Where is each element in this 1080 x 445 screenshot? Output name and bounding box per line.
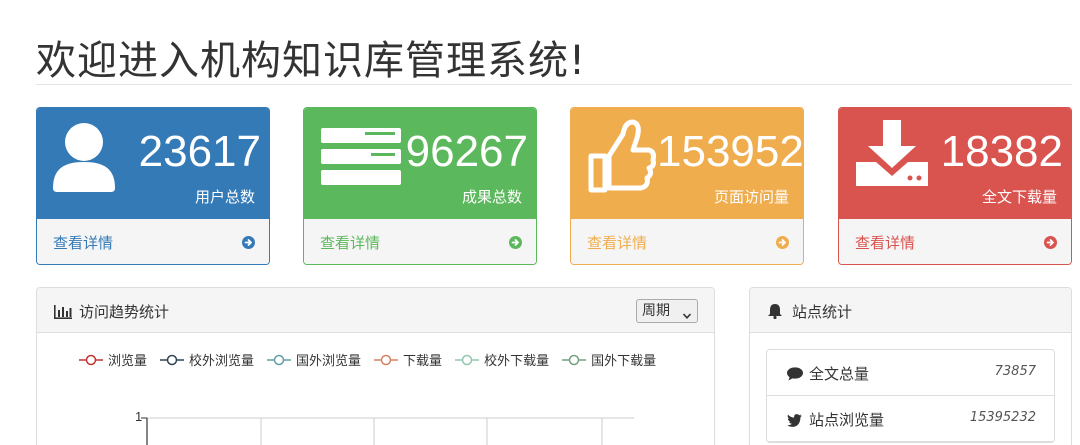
site-row-label: 全文总量 <box>809 365 870 383</box>
list-item: 全文总量 73857 <box>767 350 1054 396</box>
bell-icon <box>768 303 782 323</box>
stat-card-pageviews: 15395232 页面访问量 查看详情 <box>570 107 804 265</box>
chart-legend: 浏览量 校外浏览量 国外浏览量 下载量 校外下载量 国外下载量 <box>79 350 669 369</box>
legend-marker-icon <box>267 354 292 365</box>
trend-panel: 访问趋势统计 周期 浏览量 校外浏览量 国外浏览量 下载量 校外下载量 国外下载… <box>36 287 715 445</box>
stat-card-downloads: 18382 全文下载量 查看详情 <box>838 107 1072 265</box>
legend-label: 浏览量 <box>108 354 148 369</box>
thumbs-up-icon <box>587 118 657 198</box>
stat-footer-pageviews[interactable]: 查看详情 <box>571 219 803 264</box>
legend-marker-icon <box>562 354 587 365</box>
legend-item-downloads[interactable]: 下载量 <box>374 350 442 369</box>
stat-card-results: 96267 成果总数 查看详情 <box>303 107 537 265</box>
download-icon <box>854 118 930 192</box>
title-divider <box>36 84 1072 85</box>
user-icon <box>51 122 117 198</box>
legend-item-foreign-views[interactable]: 国外浏览量 <box>267 350 361 369</box>
stat-caption-results: 成果总数 <box>461 188 522 206</box>
legend-item-views[interactable]: 浏览量 <box>79 350 147 369</box>
twitter-icon <box>787 412 802 431</box>
view-details-link[interactable]: 查看详情 <box>320 232 380 253</box>
stat-card-downloads-header: 18382 全文下载量 <box>839 108 1071 219</box>
stat-caption-pageviews: 页面访问量 <box>713 188 789 206</box>
arrow-circle-right-icon <box>1044 236 1057 249</box>
arrow-circle-right-icon <box>509 236 522 249</box>
site-row-label: 站点浏览量 <box>809 411 885 429</box>
stat-footer-results[interactable]: 查看详情 <box>304 219 536 264</box>
legend-marker-icon <box>160 354 185 365</box>
legend-marker-icon <box>79 354 103 365</box>
period-select-value: 周期 <box>642 303 670 319</box>
y-axis-tick-label: 1 <box>135 409 142 424</box>
stat-value-downloads: 18382 <box>940 127 1063 176</box>
site-stats-panel-heading: 站点统计 <box>750 288 1071 333</box>
view-details-link[interactable]: 查看详情 <box>587 232 647 253</box>
site-stats-list: 全文总量 73857 站点浏览量 15395232 <box>766 349 1055 443</box>
site-row-value: 15395232 <box>969 410 1036 425</box>
trend-panel-title: 访问趋势统计 <box>79 303 170 321</box>
arrow-circle-right-icon <box>776 236 789 249</box>
view-details-link[interactable]: 查看详情 <box>53 232 113 253</box>
legend-marker-icon <box>374 354 399 365</box>
legend-label: 校外浏览量 <box>189 354 255 369</box>
list-icon <box>321 128 401 192</box>
trend-panel-heading: 访问趋势统计 周期 <box>37 288 714 333</box>
stat-footer-users[interactable]: 查看详情 <box>37 219 269 264</box>
stat-caption-downloads: 全文下载量 <box>981 188 1057 206</box>
stat-caption-users: 用户总数 <box>194 188 255 206</box>
arrow-circle-right-icon <box>242 236 255 249</box>
list-item: 站点浏览量 15395232 <box>767 396 1054 442</box>
stat-value-results: 96267 <box>405 127 528 176</box>
site-row-value: 73857 <box>994 364 1036 379</box>
legend-item-foreign-downloads[interactable]: 国外下载量 <box>562 350 656 369</box>
period-select[interactable]: 周期 <box>636 299 698 323</box>
stat-card-users: 23617 用户总数 查看详情 <box>36 107 270 265</box>
legend-item-offcampus-views[interactable]: 校外浏览量 <box>160 350 254 369</box>
stat-card-pageviews-header: 15395232 页面访问量 <box>571 108 803 219</box>
site-stats-panel-title: 站点统计 <box>792 303 853 321</box>
stat-card-results-header: 96267 成果总数 <box>304 108 536 219</box>
stat-value-users: 23617 <box>138 127 261 176</box>
legend-marker-icon <box>455 354 480 365</box>
stat-card-users-header: 23617 用户总数 <box>37 108 269 219</box>
legend-label: 校外下载量 <box>484 354 550 369</box>
legend-label: 下载量 <box>403 354 443 369</box>
stat-footer-downloads[interactable]: 查看详情 <box>839 219 1071 264</box>
bar-chart-icon <box>54 304 72 323</box>
chevron-down-icon <box>682 306 692 328</box>
page-title: 欢迎进入机构知识库管理系统! <box>36 38 587 84</box>
legend-label: 国外下载量 <box>591 354 657 369</box>
trend-chart-area: 1 <box>135 409 634 445</box>
stat-value-pageviews: 15395232 <box>657 127 803 176</box>
site-stats-panel: 站点统计 全文总量 73857 站点浏览量 15395232 <box>749 287 1072 445</box>
view-details-link[interactable]: 查看详情 <box>855 232 915 253</box>
comment-icon <box>787 366 803 385</box>
legend-label: 国外浏览量 <box>296 354 362 369</box>
legend-item-offcampus-downloads[interactable]: 校外下载量 <box>455 350 549 369</box>
